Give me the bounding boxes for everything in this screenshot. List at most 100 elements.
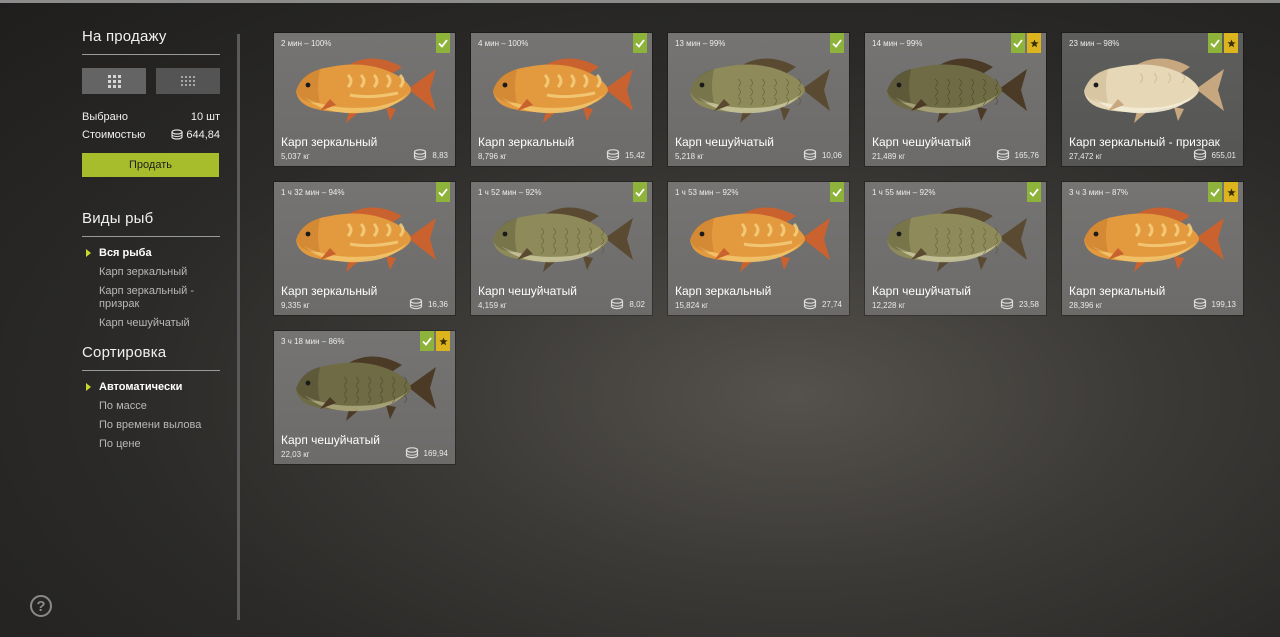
fish-card[interactable]: 1 ч 32 мин – 94% Карп зеркальный 9,335 к… bbox=[274, 182, 455, 315]
fish-image bbox=[296, 207, 436, 272]
fish-card[interactable]: 14 мин – 99% Карп чешуйчатый 21,489 кг 1… bbox=[865, 33, 1046, 166]
selected-check-badge[interactable] bbox=[436, 33, 450, 53]
card-badges bbox=[633, 33, 647, 53]
card-badges bbox=[830, 182, 844, 202]
fish-price: 15,42 bbox=[606, 149, 645, 161]
catch-time: 2 мин – 100% bbox=[281, 39, 332, 48]
check-icon bbox=[1013, 38, 1023, 48]
fish-weight: 22,03 кг bbox=[281, 450, 310, 459]
coins-icon bbox=[996, 149, 1009, 161]
fish-price-value: 15,42 bbox=[624, 150, 645, 160]
fish-price-value: 165,76 bbox=[1014, 150, 1039, 160]
selected-check-badge[interactable] bbox=[436, 182, 450, 202]
fish-name: Карп чешуйчатый bbox=[872, 284, 971, 298]
sort-option-item[interactable]: По цене bbox=[82, 438, 220, 451]
fish-card[interactable]: 2 мин – 100% Карп зеркальный 5,037 кг 8,… bbox=[274, 33, 455, 166]
card-badges bbox=[436, 33, 450, 53]
check-icon bbox=[1029, 187, 1039, 197]
fish-price: 165,76 bbox=[996, 149, 1039, 161]
sort-list: Автоматически По массе По времени вылова По… bbox=[82, 381, 220, 451]
view-toggle bbox=[82, 68, 220, 94]
card-badges bbox=[436, 182, 450, 202]
fish-price: 199,13 bbox=[1193, 298, 1236, 310]
fish-card[interactable]: 1 ч 55 мин – 92% Карп чешуйчатый 12,228 … bbox=[865, 182, 1046, 315]
trophy-star-badge bbox=[436, 331, 450, 351]
sort-option-item[interactable]: По времени вылова bbox=[82, 419, 220, 432]
fish-image bbox=[493, 58, 633, 123]
trophy-star-badge bbox=[1224, 33, 1238, 53]
fish-price-value: 10,06 bbox=[821, 150, 842, 160]
selected-check-badge[interactable] bbox=[830, 33, 844, 53]
check-icon bbox=[1210, 187, 1220, 197]
large-grid-view-button[interactable] bbox=[82, 68, 146, 94]
sort-option-item[interactable]: Автоматически bbox=[82, 381, 220, 394]
sort-option-item-label: По массе bbox=[99, 400, 147, 412]
window-top-border bbox=[0, 0, 1280, 3]
sell-button[interactable]: Продать bbox=[82, 153, 219, 177]
sidebar: На продажу Выбрано 10 шт Стоимостью 644,… bbox=[82, 28, 220, 457]
card-badges bbox=[1208, 182, 1238, 202]
fish-card[interactable]: 1 ч 53 мин – 92% Карп зеркальный 15,824 … bbox=[668, 182, 849, 315]
fish-card[interactable]: 1 ч 52 мин – 92% Карп чешуйчатый 4,159 к… bbox=[471, 182, 652, 315]
species-filter-item-label: Вся рыба bbox=[99, 247, 152, 259]
coins-icon bbox=[171, 129, 183, 140]
fish-price: 655,01 bbox=[1193, 149, 1236, 161]
fish-card[interactable]: 4 мин – 100% Карп зеркальный 8,796 кг 15… bbox=[471, 33, 652, 166]
catch-time: 1 ч 55 мин – 92% bbox=[872, 188, 936, 197]
fish-image bbox=[690, 58, 830, 123]
fish-price: 10,06 bbox=[803, 149, 842, 161]
fish-price: 8,83 bbox=[413, 149, 448, 161]
selected-check-badge[interactable] bbox=[1011, 33, 1025, 53]
coins-icon bbox=[1193, 149, 1206, 161]
check-icon bbox=[438, 38, 448, 48]
star-icon bbox=[1029, 38, 1039, 47]
star-icon bbox=[438, 336, 448, 345]
coins-icon bbox=[1193, 298, 1206, 310]
coins-icon bbox=[606, 149, 620, 161]
small-grid-view-button[interactable] bbox=[156, 68, 220, 94]
coins-icon bbox=[414, 149, 427, 161]
large-grid-icon bbox=[107, 74, 121, 88]
selected-check-badge[interactable] bbox=[420, 331, 434, 351]
fish-card[interactable]: 3 ч 18 мин – 86% Карп чешуйчатый 22,03 к… bbox=[274, 331, 455, 464]
selected-check-badge[interactable] bbox=[633, 33, 647, 53]
help-icon: ? bbox=[36, 597, 46, 615]
sort-option-item-label: Автоматически bbox=[99, 381, 183, 393]
fish-price-value: 8,02 bbox=[629, 299, 645, 309]
fish-weight: 4,159 кг bbox=[478, 301, 507, 310]
sort-option-item[interactable]: По массе bbox=[82, 400, 220, 413]
check-icon bbox=[832, 187, 842, 197]
catch-time: 1 ч 53 мин – 92% bbox=[675, 188, 739, 197]
check-icon bbox=[832, 38, 842, 48]
fish-weight: 27,472 кг bbox=[1069, 152, 1103, 161]
catch-time: 1 ч 52 мин – 92% bbox=[478, 188, 542, 197]
species-filter-item[interactable]: Карп зеркальный - призрак bbox=[82, 285, 220, 311]
selected-value: 10 шт bbox=[190, 111, 220, 123]
catch-time: 3 ч 18 мин – 86% bbox=[281, 337, 345, 346]
selected-check-badge[interactable] bbox=[1208, 33, 1222, 53]
fish-image bbox=[1084, 207, 1224, 272]
card-badges bbox=[1011, 33, 1041, 53]
species-filter-item[interactable]: Карп чешуйчатый bbox=[82, 317, 220, 330]
fish-price: 169,94 bbox=[405, 447, 448, 459]
selected-check-badge[interactable] bbox=[1208, 182, 1222, 202]
fish-name: Карп зеркальный bbox=[281, 135, 378, 149]
species-filter-item[interactable]: Вся рыба bbox=[82, 247, 220, 260]
fish-name: Карп чешуйчатый bbox=[281, 433, 380, 447]
card-badges bbox=[420, 331, 450, 351]
cost-value-wrap: 644,84 bbox=[171, 128, 220, 142]
selected-label: Выбрано bbox=[82, 111, 128, 123]
cost-row: Стоимостью 644,84 bbox=[82, 128, 220, 142]
fish-card[interactable]: 23 мин – 98% Карп зеркальный - призрак 2… bbox=[1062, 33, 1243, 166]
fish-card[interactable]: 3 ч 3 мин – 87% Карп зеркальный 28,396 к… bbox=[1062, 182, 1243, 315]
sidebar-divider bbox=[237, 34, 240, 620]
selected-check-badge[interactable] bbox=[633, 182, 647, 202]
fish-card[interactable]: 13 мин – 99% Карп чешуйчатый 5,218 кг 10… bbox=[668, 33, 849, 166]
coins-icon bbox=[409, 298, 423, 310]
fish-weight: 21,489 кг bbox=[872, 152, 906, 161]
selected-check-badge[interactable] bbox=[830, 182, 844, 202]
help-button[interactable]: ? bbox=[30, 595, 52, 617]
selected-check-badge[interactable] bbox=[1027, 182, 1041, 202]
species-filter-item-label: Карп зеркальный - призрак bbox=[99, 285, 194, 310]
species-filter-item[interactable]: Карп зеркальный bbox=[82, 266, 220, 279]
